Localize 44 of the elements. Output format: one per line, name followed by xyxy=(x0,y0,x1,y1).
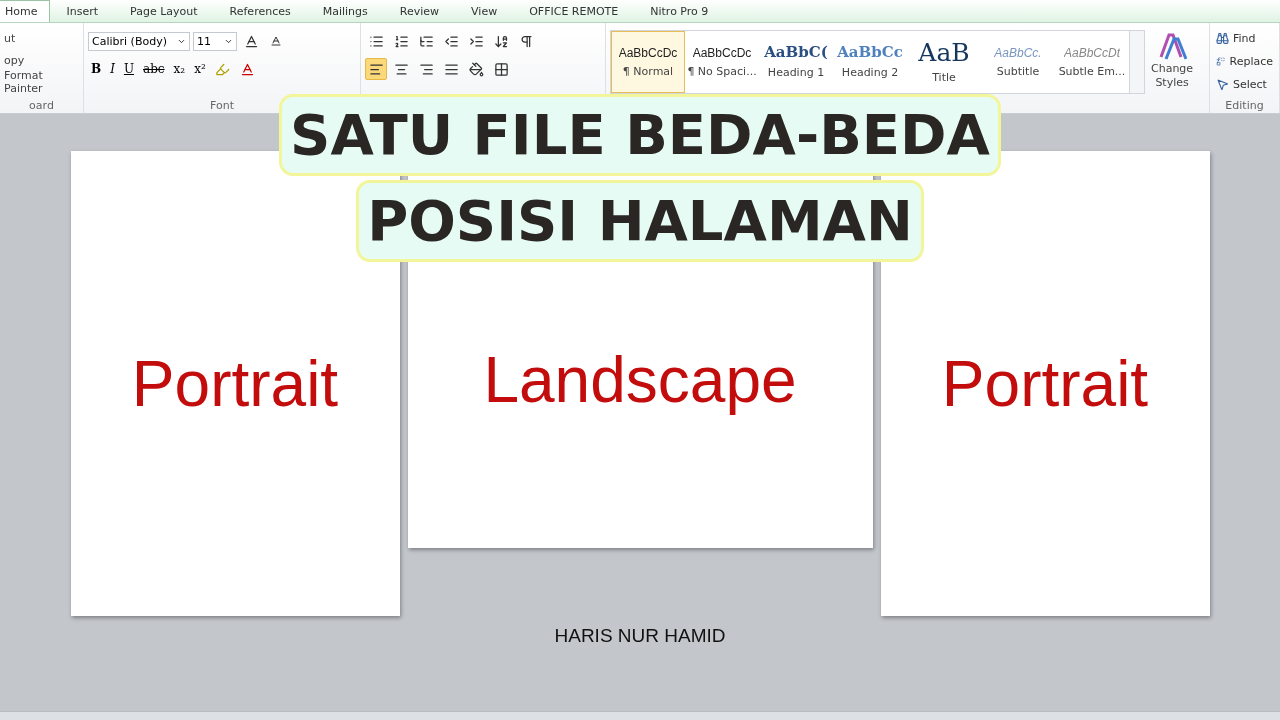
change-styles-button[interactable]: Change Styles xyxy=(1145,27,1200,93)
style-item[interactable]: AaBbCcDc ¶ No Spaci... xyxy=(685,31,759,93)
clipboard-command[interactable]: opy xyxy=(4,49,79,71)
style-item[interactable]: AaBbCc Heading 2 xyxy=(833,31,907,93)
style-item[interactable]: AaBbC( Heading 1 xyxy=(759,31,833,93)
editing-command[interactable]: Replace xyxy=(1214,50,1275,73)
clipboard-command[interactable]: ut xyxy=(4,27,79,49)
group-label: oard xyxy=(28,99,55,112)
ribbon-tab[interactable]: Insert xyxy=(50,0,115,22)
find-icon xyxy=(1216,32,1229,45)
format-button[interactable]: I xyxy=(107,58,118,80)
ribbon-tab[interactable]: View xyxy=(455,0,514,22)
ribbon-tab[interactable]: References xyxy=(213,0,307,22)
style-item[interactable]: AaBbCc. Subtitle xyxy=(981,31,1055,93)
format-button[interactable]: U xyxy=(120,58,138,80)
style-item[interactable]: AaBbCcDt Subtle Em... xyxy=(1055,31,1129,93)
select-icon xyxy=(1216,78,1229,91)
clipboard-command[interactable]: Format Painter xyxy=(4,71,79,93)
ribbon-tab[interactable]: Nitro Pro 9 xyxy=(634,0,725,22)
group-label: Font xyxy=(209,99,235,112)
group-label: Editing xyxy=(1224,99,1265,112)
format-button[interactable]: x₂ xyxy=(170,58,189,80)
ribbon-tab[interactable]: Review xyxy=(383,0,456,22)
editing-command[interactable]: Find xyxy=(1214,27,1275,50)
ribbon-tab[interactable]: Mailings xyxy=(306,0,384,22)
editing-command[interactable]: Select xyxy=(1214,73,1275,96)
page-orientation-label: Portrait xyxy=(131,346,339,421)
font-size-field[interactable]: 11 xyxy=(193,31,237,51)
ribbon-tab[interactable]: Page Layout xyxy=(114,0,214,22)
headline-text: SATU FILE BEDA-BEDA xyxy=(279,94,1001,176)
style-item[interactable]: AaB Title xyxy=(907,31,981,93)
page-orientation-label: Portrait xyxy=(941,346,1149,421)
author-name: HARIS NUR HAMID xyxy=(554,625,726,647)
format-button[interactable]: abc xyxy=(140,58,168,80)
font-family-field[interactable]: Calibri (Body) xyxy=(88,31,190,51)
format-button[interactable]: B xyxy=(88,58,105,80)
format-button[interactable]: x² xyxy=(191,58,209,80)
ribbon-tab[interactable]: Home xyxy=(0,0,51,22)
style-item[interactable]: AaBbCcDc ¶ Normal xyxy=(611,31,685,93)
ribbon-tab[interactable]: OFFICE REMOTE xyxy=(513,0,635,22)
headline-text: POSISI HALAMAN xyxy=(356,180,924,262)
page-orientation-label: Landscape xyxy=(483,342,797,417)
gallery-scrollbar[interactable] xyxy=(1129,31,1144,93)
styles-letter-icon xyxy=(1157,31,1188,61)
